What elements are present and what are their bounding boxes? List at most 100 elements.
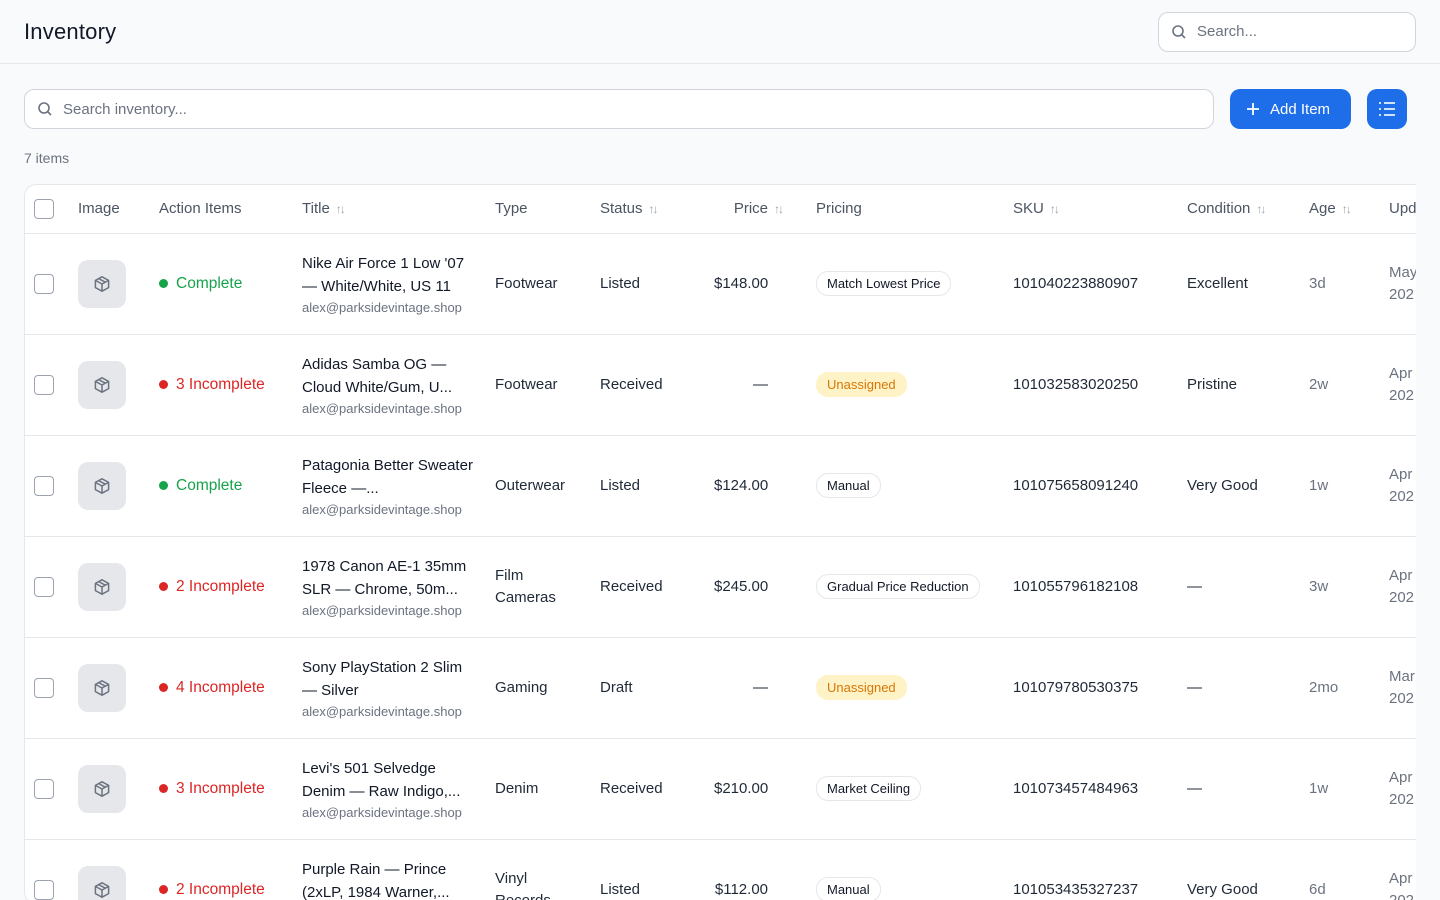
item-type: Gaming	[495, 678, 548, 696]
table-row[interactable]: 2 Incomplete Purple Rain — Prince (2xLP, …	[25, 839, 1416, 900]
action-label: 2 Incomplete	[176, 577, 265, 595]
item-sku: 101040223880907	[1013, 233, 1187, 335]
col-price-label: Price	[733, 200, 768, 218]
pricing-badge[interactable]: Unassigned	[816, 675, 907, 700]
action-status[interactable]: 3 Incomplete	[159, 780, 302, 798]
item-email: alex@parksidevintage.shop	[302, 300, 462, 315]
col-price[interactable]: Price ↑↓	[714, 185, 816, 234]
select-all-checkbox[interactable]	[34, 198, 54, 219]
package-icon	[93, 376, 111, 394]
item-age: 1w	[1309, 738, 1389, 840]
col-action-items: Action Items	[159, 185, 302, 234]
row-checkbox[interactable]	[34, 879, 54, 900]
item-condition: Very Good	[1187, 839, 1309, 900]
item-status: Draft	[600, 637, 714, 739]
status-dot	[159, 784, 168, 793]
pricing-badge[interactable]: Market Ceiling	[816, 776, 922, 801]
item-price: $112.00	[714, 839, 816, 900]
global-search[interactable]	[1158, 11, 1416, 52]
item-thumbnail	[78, 461, 126, 510]
updated-month: Apr	[1389, 768, 1413, 786]
pricing-badge[interactable]: Gradual Price Reduction	[816, 574, 980, 599]
updated-month: Apr	[1389, 869, 1413, 887]
status-dot	[159, 380, 168, 389]
item-status: Listed	[600, 839, 714, 900]
plus-icon	[1246, 102, 1260, 116]
action-status[interactable]: 2 Incomplete	[159, 881, 302, 899]
updated-month: May	[1389, 263, 1416, 281]
package-icon	[93, 477, 111, 495]
item-price: $210.00	[714, 738, 816, 840]
item-title[interactable]: Patagonia Better Sweater Fleece —...	[302, 454, 495, 500]
item-title[interactable]: Sony PlayStation 2 Slim — Silver	[302, 656, 495, 702]
page-title: Inventory	[24, 18, 117, 44]
item-title[interactable]: 1978 Canon AE-1 35mm SLR — Chrome, 50m..…	[302, 555, 495, 601]
row-checkbox[interactable]	[34, 778, 54, 799]
table-row[interactable]: 4 Incomplete Sony PlayStation 2 Slim — Si…	[25, 637, 1416, 739]
inventory-search-input[interactable]	[63, 100, 1201, 118]
global-search-input[interactable]	[1197, 23, 1403, 40]
action-status[interactable]: Complete	[159, 275, 302, 293]
item-email: alex@parksidevintage.shop	[302, 502, 462, 517]
inventory-search[interactable]	[24, 89, 1214, 129]
status-dot	[159, 683, 168, 692]
item-type: Footwear	[495, 274, 558, 292]
item-count: 7 items	[24, 150, 70, 166]
action-status[interactable]: 3 Incomplete	[159, 376, 302, 394]
action-status[interactable]: 4 Incomplete	[159, 679, 302, 697]
updated-year: 202	[1389, 689, 1415, 707]
item-title[interactable]: Levi's 501 Selvedge Denim — Raw Indigo,.…	[302, 757, 495, 803]
top-bar: Inventory	[0, 0, 1440, 64]
sort-icon: ↑↓	[1256, 202, 1266, 217]
col-condition[interactable]: Condition ↑↓	[1187, 185, 1309, 234]
pricing-badge[interactable]: Unassigned	[816, 372, 907, 397]
toolbar: Add Item	[24, 89, 1416, 129]
updated-year: 202	[1389, 588, 1415, 606]
item-title[interactable]: Adidas Samba OG — Cloud White/Gum, U...	[302, 353, 495, 399]
add-item-button[interactable]: Add Item	[1230, 89, 1351, 129]
table-row[interactable]: Complete Nike Air Force 1 Low '07 — White…	[25, 233, 1416, 335]
row-checkbox[interactable]	[34, 677, 54, 698]
pricing-badge[interactable]: Manual	[816, 877, 881, 900]
table-row[interactable]: 3 Incomplete Levi's 501 Selvedge Denim — …	[25, 738, 1416, 840]
pricing-badge[interactable]: Match Lowest Price	[816, 271, 952, 296]
sort-icon: ↑↓	[774, 202, 784, 217]
table-row[interactable]: 2 Incomplete 1978 Canon AE-1 35mm SLR — C…	[25, 536, 1416, 638]
updated-year: 202	[1389, 790, 1415, 808]
item-title[interactable]: Nike Air Force 1 Low '07 — White/White, …	[302, 252, 495, 298]
row-checkbox[interactable]	[34, 475, 54, 496]
item-age: 3w	[1309, 536, 1389, 638]
item-condition: Excellent	[1187, 233, 1309, 335]
item-status: Received	[600, 536, 714, 638]
item-title[interactable]: Purple Rain — Prince (2xLP, 1984 Warner,…	[302, 858, 495, 900]
table-row[interactable]: 3 Incomplete Adidas Samba OG — Cloud Whit…	[25, 334, 1416, 436]
col-age-label: Age	[1309, 200, 1336, 218]
item-thumbnail	[78, 259, 126, 308]
list-view-button[interactable]	[1367, 89, 1407, 129]
updated-year: 202	[1389, 386, 1415, 404]
row-checkbox[interactable]	[34, 576, 54, 597]
item-age: 2w	[1309, 334, 1389, 436]
col-title-label: Title	[302, 200, 330, 218]
col-title[interactable]: Title ↑↓	[302, 185, 495, 234]
status-dot	[159, 582, 168, 591]
item-status: Received	[600, 334, 714, 436]
action-status[interactable]: Complete	[159, 477, 302, 495]
col-condition-label: Condition	[1187, 200, 1251, 218]
col-status[interactable]: Status ↑↓	[600, 185, 714, 234]
action-status[interactable]: 2 Incomplete	[159, 578, 302, 596]
item-thumbnail	[78, 865, 126, 900]
row-checkbox[interactable]	[34, 374, 54, 395]
col-sku[interactable]: SKU ↑↓	[1013, 185, 1187, 234]
updated-year: 202	[1389, 891, 1415, 900]
sort-icon: ↑↓	[648, 202, 659, 217]
item-type: Vinyl Records	[495, 869, 551, 900]
pricing-badge[interactable]: Manual	[816, 473, 881, 498]
row-checkbox[interactable]	[34, 273, 54, 294]
item-type: Film Cameras	[495, 566, 556, 606]
sort-icon: ↑↓	[1341, 202, 1352, 217]
table-row[interactable]: Complete Patagonia Better Sweater Fleece …	[25, 435, 1416, 537]
col-age[interactable]: Age ↑↓	[1309, 185, 1389, 234]
package-icon	[93, 679, 111, 697]
item-age: 3d	[1309, 233, 1389, 335]
